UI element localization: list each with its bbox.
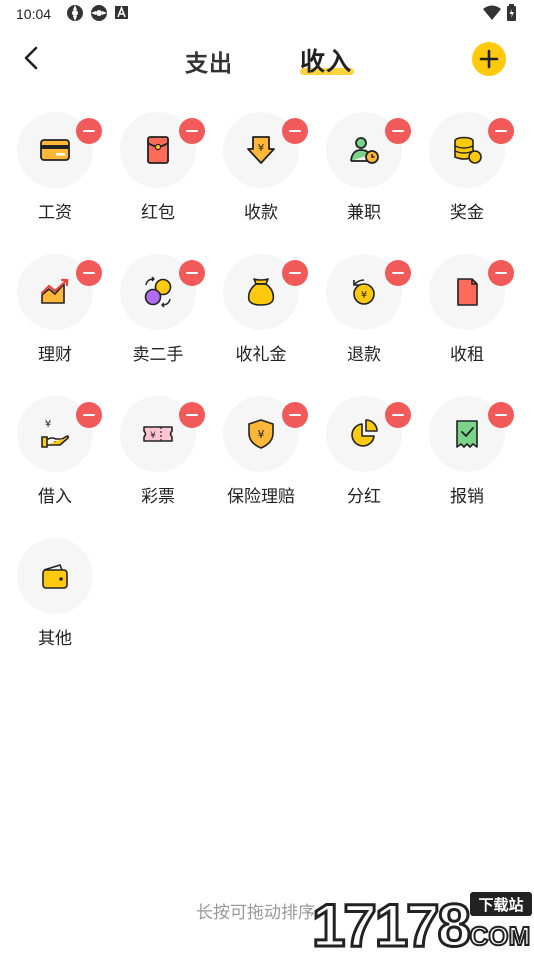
add-category-button[interactable] [472,42,506,76]
card-icon [40,139,70,161]
remove-category-button[interactable] [282,260,308,286]
borrow-hand-icon: ¥ [41,419,70,448]
back-button[interactable] [16,42,48,74]
money-bag-icon [247,278,275,306]
category-label: 奖金 [450,203,484,222]
category-item[interactable]: 工资 [0,110,102,230]
category-label: 收租 [450,345,484,364]
category-item[interactable]: ¥ 彩票 [103,394,205,514]
remove-category-button[interactable] [385,402,411,428]
category-label: 工资 [38,203,72,222]
category-item[interactable]: 卖二手 [103,252,205,372]
category-label: 分红 [347,487,381,506]
category-item[interactable]: ¥ 借入 [0,394,102,514]
red-envelope-icon [147,136,169,164]
category-label: 借入 [38,487,72,506]
remove-category-button[interactable] [179,260,205,286]
tab-income[interactable]: 收入 [300,42,352,78]
insurance-shield-icon: ¥ [248,419,274,449]
refund-icon: ¥ [353,279,375,305]
category-label: 保险理赔 [227,487,295,506]
site-watermark-logo: 17178 下载站 COM [311,888,534,955]
chevron-left-icon [24,46,38,70]
category-item[interactable]: 分红 [309,394,411,514]
watermark-sub: 下载站 [478,896,523,914]
category-item[interactable]: 报销 [412,394,514,514]
remove-category-button[interactable] [385,260,411,286]
category-item[interactable]: 奖金 [412,110,514,230]
svg-text:¥: ¥ [45,419,51,430]
category-label: 兼职 [347,203,381,222]
rent-icon [457,278,478,306]
exchange-icon [144,276,172,308]
remove-category-button[interactable] [179,402,205,428]
app-a-icon [115,5,128,19]
sync-icon [67,5,83,21]
category-item[interactable]: ¥ 退款 [309,252,411,372]
remove-category-button[interactable] [488,260,514,286]
category-label: 红包 [141,203,175,222]
category-label: 收礼金 [235,345,287,364]
category-item[interactable]: 兼职 [309,110,411,230]
lottery-ticket-icon: ¥ [143,426,173,442]
watermark-domain: COM [470,921,531,950]
category-item[interactable]: 红包 [103,110,205,230]
top-bar: 支出 收入 [0,36,534,82]
category-item[interactable]: 其他 [0,536,100,656]
svg-text:¥: ¥ [150,431,156,441]
remove-category-button[interactable] [76,118,102,144]
coins-icon [454,136,482,164]
wifi-icon [483,5,501,20]
reimburse-receipt-icon [456,420,478,448]
remove-category-button[interactable] [76,260,102,286]
status-time: 10:04 [16,6,52,22]
category-item[interactable]: 收租 [412,252,514,372]
category-item[interactable]: 收礼金 [206,252,308,372]
category-item[interactable]: 理财 [0,252,102,372]
remove-category-button[interactable] [76,402,102,428]
plus-icon [479,49,499,69]
remove-category-button[interactable] [179,118,205,144]
remove-category-button[interactable] [385,118,411,144]
category-label: 其他 [38,629,72,648]
status-bar: 10:04 [0,0,534,28]
category-item[interactable]: ¥ 收款 [206,110,308,230]
category-item[interactable]: ¥ 保险理赔 [206,394,308,514]
remove-category-button[interactable] [282,402,308,428]
remove-category-button[interactable] [488,402,514,428]
battery-icon [507,4,516,21]
part-time-icon [350,137,379,164]
category-label: 卖二手 [132,345,184,364]
drag-sort-hint: 长按可拖动排序 [196,903,315,922]
svg-text:¥: ¥ [258,143,264,154]
tab-expense[interactable]: 支出 [185,44,233,78]
category-label: 理财 [38,345,72,364]
category-label: 报销 [450,487,484,506]
svg-text:¥: ¥ [361,290,367,301]
remove-category-button[interactable] [488,118,514,144]
category-label: 退款 [347,345,381,364]
watermark-number: 17178 [312,892,469,950]
pie-chart-icon [351,419,378,447]
sync-icon [91,5,107,21]
category-label: 彩票 [141,487,175,506]
investment-chart-icon [40,278,69,304]
wallet-icon [42,564,68,589]
status-notification-icons [66,4,130,22]
watermark-logo-icon: 17178 下载站 COM [311,891,532,955]
category-label: 收款 [244,203,278,222]
receive-money-icon: ¥ [247,136,275,164]
svg-text:¥: ¥ [258,428,265,441]
remove-category-button[interactable] [282,118,308,144]
status-system-icons [482,4,518,22]
